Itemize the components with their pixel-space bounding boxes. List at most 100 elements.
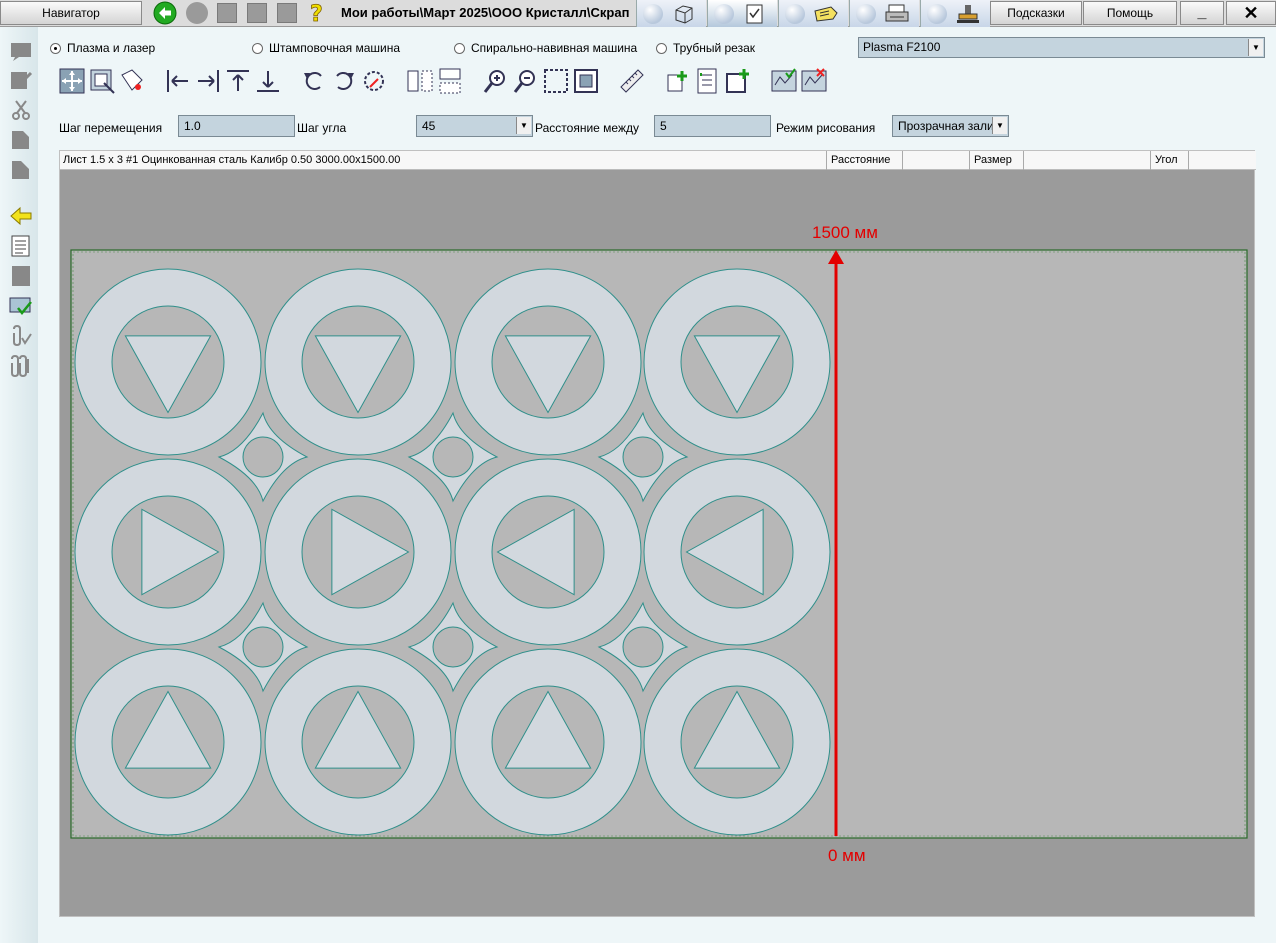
attach-check-icon[interactable] (9, 325, 33, 347)
blank-sheet-icon[interactable] (9, 265, 33, 287)
zoom-fit-icon[interactable] (572, 67, 600, 95)
divider (902, 151, 903, 170)
radio-dot (656, 42, 667, 54)
close-button[interactable]: ✕ (1226, 1, 1276, 25)
minimize-button[interactable]: _ (1180, 1, 1224, 25)
align-top-icon[interactable] (224, 67, 252, 95)
bubble-icon (643, 4, 663, 24)
record-icon[interactable] (184, 1, 210, 25)
radio-dot (454, 42, 465, 54)
zoom-window-icon[interactable] (542, 67, 570, 95)
navigator-button[interactable]: Навигатор (0, 1, 142, 25)
svg-text:?: ? (310, 2, 323, 25)
move-step-input[interactable]: 1.0 (178, 115, 295, 137)
chevron-down-icon[interactable]: ▼ (516, 117, 531, 134)
rotate-cw-icon[interactable] (330, 67, 358, 95)
stamp-icon (957, 5, 979, 23)
stop-icon[interactable] (214, 1, 240, 25)
rotate-ccw-icon[interactable] (300, 67, 328, 95)
scissors-icon[interactable] (9, 99, 33, 121)
edit-icon[interactable] (9, 69, 33, 91)
connector-hole[interactable] (432, 626, 474, 668)
sheet-view-button[interactable] (707, 0, 777, 27)
left-toolbar (0, 27, 38, 943)
rotate-tag-icon[interactable] (118, 67, 146, 95)
back-arrow-icon[interactable] (152, 1, 178, 25)
zoom-in-icon[interactable] (482, 67, 510, 95)
new-sheet-icon[interactable] (724, 67, 752, 95)
label-button[interactable] (778, 0, 848, 27)
radio-label: Плазма и лазер (67, 41, 156, 55)
hints-button[interactable]: Подсказки (990, 1, 1082, 25)
connector-hole[interactable] (242, 626, 284, 668)
connector-hole[interactable] (622, 626, 664, 668)
divider (1023, 151, 1024, 170)
undo-arrow-icon[interactable] (9, 205, 33, 227)
align-left-icon[interactable] (164, 67, 192, 95)
nest-delete-icon[interactable] (800, 67, 828, 95)
stamp-button[interactable] (920, 0, 990, 27)
chevron-down-icon[interactable]: ▼ (1248, 39, 1263, 56)
sheet-drawing[interactable]: 1500 мм 0 мм (60, 170, 1256, 918)
attach-multi-icon[interactable] (9, 355, 33, 377)
tag-icon (814, 6, 838, 22)
align-bottom-icon[interactable] (254, 67, 282, 95)
radio-plasma-laser[interactable]: Плазма и лазер (50, 41, 155, 55)
nest-ok-icon[interactable] (770, 67, 798, 95)
nesting-canvas[interactable]: Лист 1.5 x 3 #1 Оцинкованная сталь Калиб… (59, 150, 1256, 918)
add-part-icon[interactable] (664, 67, 692, 95)
bubble-icon (927, 4, 947, 24)
draw-mode-select[interactable]: Прозрачная зали ▼ (892, 115, 1009, 137)
zoom-out-icon[interactable] (512, 67, 540, 95)
view-3d-button[interactable] (636, 0, 706, 27)
bubble-icon (856, 4, 876, 24)
help-button[interactable]: Помощь (1083, 1, 1177, 25)
stop-icon-2[interactable] (244, 1, 270, 25)
connector-hole[interactable] (622, 436, 664, 478)
distance-between-input[interactable]: 5 (654, 115, 771, 137)
radio-spiral-machine[interactable]: Спирально-навивная машина (454, 41, 637, 55)
chevron-down-icon[interactable]: ▼ (992, 117, 1007, 134)
radio-punch-machine[interactable]: Штамповочная машина (252, 41, 400, 55)
align-right-icon[interactable] (194, 67, 222, 95)
copy-icon[interactable] (9, 129, 33, 151)
radio-tube-cutter[interactable]: Трубный резак (656, 41, 755, 55)
size-column-label: Размер (974, 154, 1012, 166)
bubble-icon (714, 4, 734, 24)
radio-label: Спирально-навивная машина (471, 41, 638, 55)
mirror-horizontal-icon[interactable] (406, 67, 434, 95)
radio-dot (50, 42, 61, 54)
distance-between-label: Расстояние между (535, 121, 639, 135)
radio-label: Штамповочная машина (269, 41, 401, 55)
connector-hole[interactable] (242, 436, 284, 478)
sheet-check-green-icon[interactable] (9, 295, 33, 317)
machine-select[interactable]: Plasma F2100 ▼ (858, 37, 1265, 58)
divider (1150, 151, 1151, 170)
angle-step-select[interactable]: 45 ▼ (416, 115, 533, 137)
rotate-free-icon[interactable] (360, 67, 388, 95)
paste-icon[interactable] (9, 159, 33, 181)
select-part-icon[interactable] (88, 67, 116, 95)
print-button[interactable] (849, 0, 919, 27)
divider (826, 151, 827, 170)
connector-hole[interactable] (432, 436, 474, 478)
printer-icon (885, 4, 909, 22)
message-icon[interactable] (9, 40, 33, 62)
stop-icon-3[interactable] (274, 1, 300, 25)
angle-column-label: Угол (1155, 154, 1178, 166)
draw-mode-label: Режим рисования (776, 121, 876, 135)
controls-panel: Плазма и лазер Штамповочная машина Спира… (38, 27, 1276, 147)
machine-select-value: Plasma F2100 (863, 40, 941, 54)
radio-dot (252, 42, 263, 54)
help-question-icon[interactable]: ? (304, 1, 330, 25)
mirror-vertical-icon[interactable] (436, 67, 464, 95)
ruler-icon[interactable] (618, 67, 646, 95)
divider (969, 151, 970, 170)
distance-column-label: Расстояние (831, 154, 891, 166)
parts-list-icon[interactable] (694, 67, 722, 95)
move-part-icon[interactable] (58, 67, 86, 95)
divider (1188, 151, 1189, 170)
document-list-icon[interactable] (9, 235, 33, 257)
sheet-check-icon (746, 4, 763, 24)
sheet-description: Лист 1.5 x 3 #1 Оцинкованная сталь Калиб… (63, 154, 401, 166)
